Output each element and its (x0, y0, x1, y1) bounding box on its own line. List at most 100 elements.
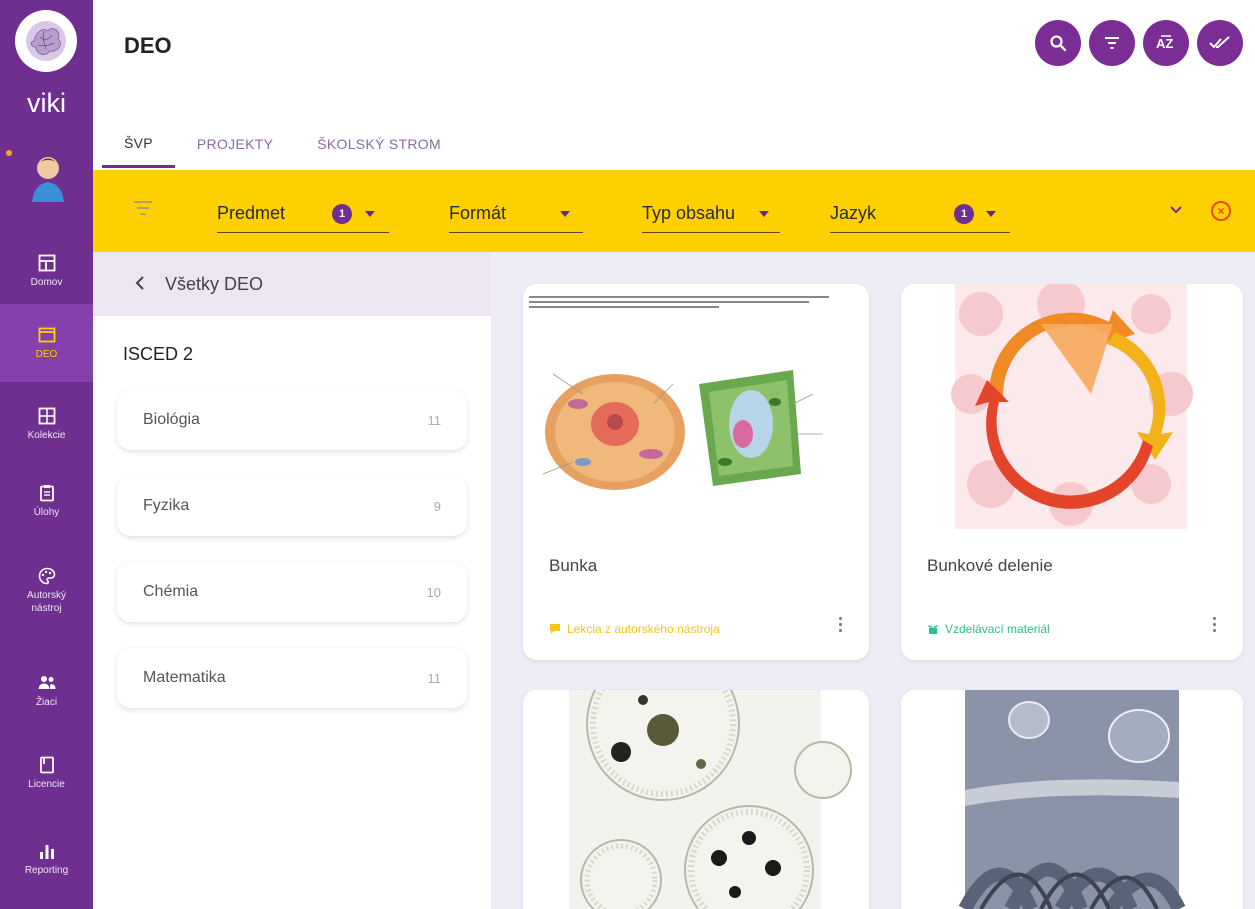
check-all-icon (1209, 36, 1230, 49)
tab-projekty[interactable]: PROJEKTY (175, 120, 295, 168)
tab-bar: ŠVP PROJEKTY ŠKOLSKÝ STROM (102, 120, 463, 170)
sidebar-item-label: Licencie (28, 778, 65, 790)
subject-name: Biológia (143, 411, 200, 428)
content-card[interactable]: Bunka Lekcia z autorského nástroja (523, 284, 869, 660)
notification-dot (6, 150, 12, 156)
window-icon (38, 327, 55, 342)
subject-count: 11 (427, 670, 442, 686)
bar-chart-icon (39, 844, 54, 859)
filter-bar: Predmet 1 Formát Typ obsahu Jazyk 1 × (93, 170, 1255, 252)
sidebar-item-deo[interactable]: DEO (0, 304, 93, 382)
content-grid: Bunka Lekcia z autorského nástroja Bunko… (491, 252, 1255, 909)
card-type: Lekcia z autorského nástroja (549, 622, 720, 636)
content-card[interactable] (901, 690, 1243, 909)
filter-jazyk[interactable]: Jazyk 1 (830, 195, 1010, 233)
material-icon (928, 625, 938, 634)
chevron-down-icon (560, 211, 570, 217)
filter-button[interactable] (1089, 20, 1135, 66)
microscope-cells-image (523, 690, 869, 909)
subject-panel: Všetky DEO ISCED 2 Biológia 11 Fyzika 9 … (93, 252, 491, 909)
book-icon (39, 756, 54, 773)
avatar[interactable] (30, 152, 66, 202)
user-avatar-icon (32, 157, 64, 202)
chevron-down-icon (759, 211, 769, 217)
subject-item-matematika[interactable]: Matematika 11 (117, 648, 467, 708)
sidebar-item-autorsky-nastroj[interactable]: Autorský nástroj (0, 552, 93, 630)
header-actions: AZ (1035, 20, 1243, 66)
filter-toggle[interactable] (133, 200, 153, 221)
filter-count-badge: 1 (954, 203, 974, 224)
palette-icon (38, 567, 55, 585)
subject-name: Matematika (143, 669, 226, 686)
search-icon (1050, 35, 1067, 52)
tab-skolsky-strom[interactable]: ŠKOLSKÝ STROM (295, 120, 463, 168)
brain-logo-icon (26, 21, 66, 61)
filter-typ-obsahu[interactable]: Typ obsahu (642, 195, 780, 233)
sidebar-item-kolekcie[interactable]: Kolekcie (0, 385, 93, 463)
filter-list-icon (1105, 37, 1119, 49)
content-card[interactable] (523, 690, 869, 909)
card-title: Bunka (549, 556, 598, 575)
card-type-label: Vzdelávací materiál (945, 622, 1050, 636)
subject-name: Chémia (143, 583, 199, 600)
cell-cycle-image (901, 284, 1243, 529)
svg-text:AZ: AZ (1156, 36, 1173, 51)
sidebar-item-label: Kolekcie (27, 429, 66, 441)
content-card[interactable]: Bunkové delenie Vzdelávací materiál (901, 284, 1243, 660)
brand-name: viki (27, 88, 66, 118)
grid-icon (38, 407, 55, 424)
filter-label: Predmet (217, 203, 286, 223)
sidebar-item-reporting[interactable]: Reporting (0, 820, 93, 898)
subject-count: 10 (426, 584, 441, 600)
filter-label: Typ obsahu (642, 203, 736, 223)
people-icon (38, 675, 55, 689)
dashboard-icon (38, 254, 55, 271)
search-button[interactable] (1035, 20, 1081, 66)
card-type-label: Lekcia z autorského nástroja (567, 622, 720, 636)
filter-lines-icon (134, 201, 152, 215)
subject-name: Fyzika (143, 497, 190, 514)
collapse-chevron-icon[interactable] (1169, 202, 1183, 220)
subject-item-chemia[interactable]: Chémia 10 (117, 562, 467, 622)
subject-item-biologia[interactable]: Biológia 11 (117, 390, 467, 450)
filter-predmet[interactable]: Predmet 1 (217, 195, 389, 233)
sidebar-item-label: Žiaci (35, 696, 58, 708)
chevron-left-icon (135, 274, 145, 295)
sort-az-icon: AZ (1156, 35, 1173, 51)
subject-item-fyzika[interactable]: Fyzika 9 (117, 476, 467, 536)
sidebar-item-ziaci[interactable]: Žiaci (0, 652, 93, 730)
sidebar-item-label: Reporting (24, 864, 69, 876)
chevron-down-icon (365, 211, 375, 217)
page-title: DEO (124, 33, 172, 58)
clipboard-icon (39, 484, 54, 501)
sidebar-item-label: Domov (30, 276, 63, 288)
sidebar-item-domov[interactable]: Domov (0, 232, 93, 310)
back-button[interactable]: Všetky DEO (93, 252, 491, 316)
water-droplets-image (901, 690, 1243, 909)
sidebar-item-ulohy[interactable]: Úlohy (0, 462, 93, 540)
card-title: Bunkové delenie (927, 556, 1053, 575)
clear-filters-icon[interactable]: × (1211, 201, 1231, 221)
sort-button[interactable]: AZ (1143, 20, 1189, 66)
sidebar-item-licencie[interactable]: Licencie (0, 734, 93, 812)
card-type: Vzdelávací materiál (927, 622, 1050, 636)
filter-format[interactable]: Formát (449, 195, 583, 233)
sidebar: viki Domov DEO Kolekcie Úlohy Autorský n… (0, 0, 93, 909)
more-options-icon[interactable] (1213, 614, 1217, 635)
sidebar-item-label: DEO (35, 348, 58, 360)
filter-label: Formát (449, 203, 507, 223)
back-label: Všetky DEO (165, 273, 264, 294)
subject-count: 11 (427, 412, 442, 428)
lesson-icon (550, 624, 560, 634)
tab-svp[interactable]: ŠVP (102, 120, 175, 168)
filter-label: Jazyk (830, 203, 877, 223)
filter-count-badge: 1 (332, 203, 352, 224)
sidebar-item-label: Úlohy (33, 506, 60, 518)
select-all-button[interactable] (1197, 20, 1243, 66)
sidebar-item-label: Autorský nástroj (27, 590, 66, 614)
more-options-icon[interactable] (839, 614, 843, 635)
brand-logo[interactable] (15, 10, 77, 72)
section-title: ISCED 2 (123, 344, 194, 364)
subject-count: 9 (433, 498, 441, 514)
cell-diagram-image (523, 284, 869, 529)
